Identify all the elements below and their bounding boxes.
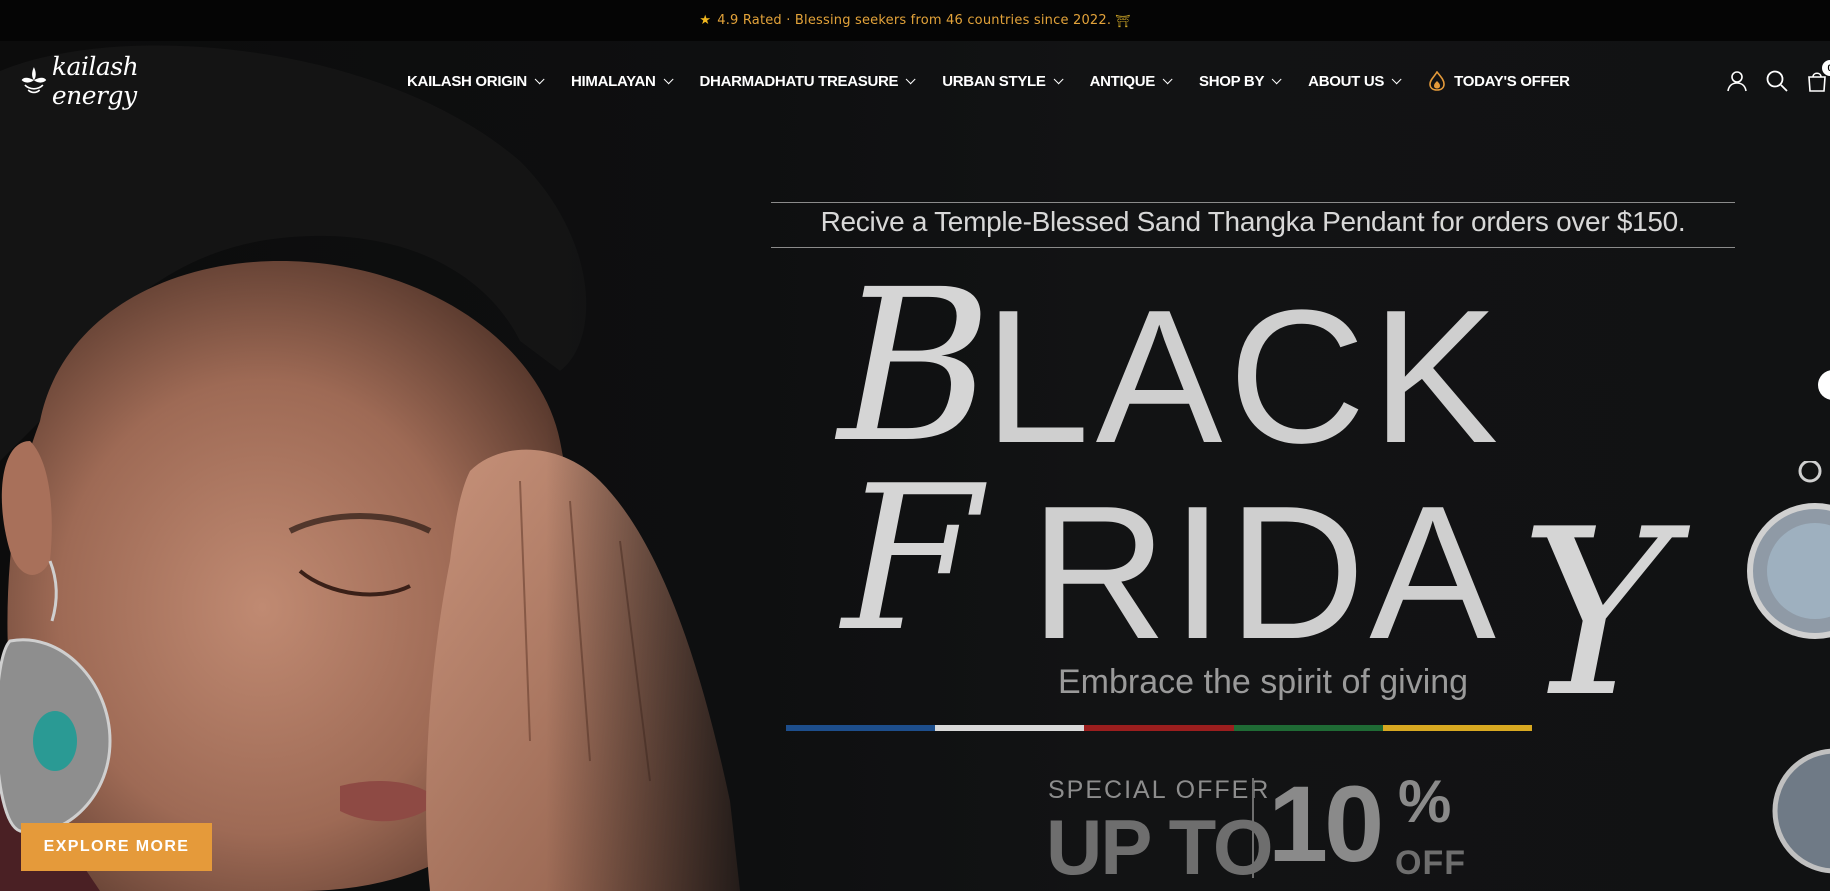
up-to-label: UP TO (1046, 803, 1274, 891)
site-header: kailash energy KAILASH ORIGIN HIMALAYAN … (0, 41, 1830, 121)
cart-button[interactable]: 0 (1804, 60, 1830, 94)
nav-label: URBAN STYLE (942, 72, 1046, 90)
chevron-down-icon (1391, 73, 1402, 84)
nav-item-todays-offer[interactable]: TODAY'S OFFER (1428, 71, 1570, 91)
offer-divider (1252, 778, 1254, 878)
tagline: Embrace the spirit of giving (1058, 663, 1469, 701)
chevron-down-icon (1271, 73, 1282, 84)
headline-friday-final: Y (1520, 481, 1672, 748)
off-label: OFF (1395, 844, 1466, 882)
nav-label: HIMALAYAN (570, 72, 656, 90)
discount-number: 10 (1268, 763, 1384, 884)
search-icon[interactable] (1764, 68, 1790, 94)
stripe-green (1233, 725, 1383, 731)
site-logo[interactable]: kailash energy (20, 52, 198, 110)
percent-sign: % (1398, 768, 1452, 835)
headline-black-initial: B (838, 244, 993, 489)
stripe-blue (786, 725, 936, 731)
stripe-red (1084, 725, 1234, 731)
stripe-yellow (1382, 725, 1533, 731)
promo-rule-top (771, 202, 1735, 203)
logo-text: kailash energy (51, 52, 139, 110)
nav-label: DHARMADHATU TREASURE (699, 72, 899, 90)
todays-offer-label: TODAY'S OFFER (1454, 72, 1570, 90)
nav-item-shop-by[interactable]: SHOP BY (1199, 72, 1282, 90)
praying-woman-image (0, 41, 780, 891)
nav-item-himalayan[interactable]: HIMALAYAN (570, 72, 674, 90)
main-navigation: KAILASH ORIGIN HIMALAYAN DHARMADHATU TRE… (407, 41, 1600, 121)
nav-item-dharmadhatu-treasure[interactable]: DHARMADHATU TREASURE (699, 72, 916, 90)
chevron-down-icon (534, 73, 545, 84)
pendant-images (1747, 461, 1830, 874)
stripe-white (935, 725, 1085, 731)
chevron-down-icon (1162, 73, 1173, 84)
lotus-logo-icon (21, 67, 47, 94)
headline-friday-initial: F (842, 443, 981, 676)
nav-label: SHOP BY (1199, 72, 1265, 90)
nav-item-about-us[interactable]: ABOUT US (1308, 72, 1402, 90)
nav-item-urban-style[interactable]: URBAN STYLE (942, 72, 1064, 90)
nav-item-kailash-origin[interactable]: KAILASH ORIGIN (407, 72, 545, 90)
flame-icon (1429, 71, 1445, 91)
announcement-bar: ★ 4.9 Rated · Blessing seekers from 46 c… (0, 0, 1830, 41)
account-icon[interactable] (1724, 68, 1750, 94)
stupa-icon: ⛩ (1115, 13, 1131, 28)
nav-label: KAILASH ORIGIN (407, 72, 527, 90)
headline-black-rest: LACK (984, 271, 1505, 483)
special-offer-label: SPECIAL OFFER (1048, 776, 1271, 804)
nav-label: ABOUT US (1308, 72, 1385, 90)
nav-item-antique[interactable]: ANTIQUE (1089, 72, 1173, 90)
star-icon: ★ (699, 13, 712, 28)
prayer-flag-stripes (786, 725, 1533, 731)
explore-more-button[interactable]: EXPLORE MORE (21, 823, 212, 871)
chevron-down-icon (663, 73, 674, 84)
promo-subheadline: Recive a Temple-Blessed Sand Thangka Pen… (820, 206, 1686, 237)
headline-friday-rest: RIDA (1030, 467, 1500, 679)
chevron-down-icon (905, 73, 916, 84)
nav-label: ANTIQUE (1089, 72, 1156, 90)
header-actions: 0 (1710, 60, 1830, 96)
announcement-text: 4.9 Rated · Blessing seekers from 46 cou… (717, 13, 1112, 28)
chevron-down-icon (1053, 73, 1064, 84)
